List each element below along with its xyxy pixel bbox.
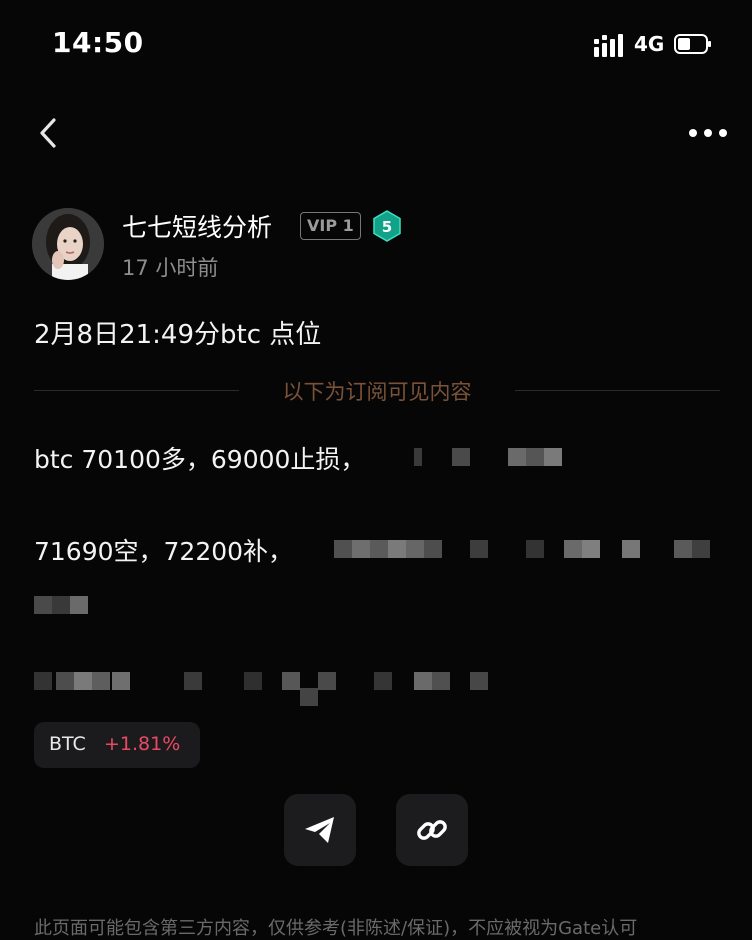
nav-bar	[0, 100, 752, 170]
more-horizontal-icon[interactable]	[688, 126, 728, 140]
copy-link-button[interactable]	[396, 794, 468, 866]
blurred-text	[34, 596, 104, 616]
post-time: 17 小时前	[122, 256, 219, 280]
subscription-divider: 以下为订阅可见内容	[34, 372, 720, 408]
share-button[interactable]	[284, 794, 356, 866]
disclaimer-text: 此页面可能包含第三方内容，仅供参考(非陈述/保证)，不应被视为Gate认可	[34, 918, 638, 939]
vip-badge: VIP 1	[300, 212, 361, 240]
author-header[interactable]: 七七短线分析 VIP 1 5 17 小时前	[32, 208, 722, 284]
ticker-symbol: BTC	[49, 733, 86, 755]
ticker-change: +1.81%	[104, 733, 181, 755]
blurred-text	[414, 446, 574, 466]
signal-icon	[594, 34, 623, 57]
author-name[interactable]: 七七短线分析	[122, 208, 272, 244]
battery-icon	[674, 34, 711, 54]
btc-ticker-chip[interactable]: BTC +1.81%	[34, 722, 200, 768]
send-icon	[305, 817, 334, 843]
chevron-left-icon[interactable]	[34, 116, 64, 150]
subscription-divider-text: 以下为订阅可见内容	[282, 380, 472, 404]
divider-line	[515, 390, 720, 391]
post-title: 2月8日21:49分btc 点位	[34, 320, 322, 350]
blurred-text	[334, 538, 714, 558]
status-bar: 14:50 4G	[0, 0, 752, 90]
content-line-2: 71690空，72200补，	[34, 537, 294, 566]
avatar[interactable]	[32, 208, 104, 280]
link-icon	[417, 820, 447, 840]
network-type: 4G	[634, 32, 665, 56]
svg-text:5: 5	[382, 218, 392, 236]
content-line-1: btc 70100多，69000止损，	[34, 445, 366, 474]
level-badge: 5	[373, 210, 401, 242]
status-time: 14:50	[52, 26, 144, 59]
blurred-text	[34, 672, 534, 706]
